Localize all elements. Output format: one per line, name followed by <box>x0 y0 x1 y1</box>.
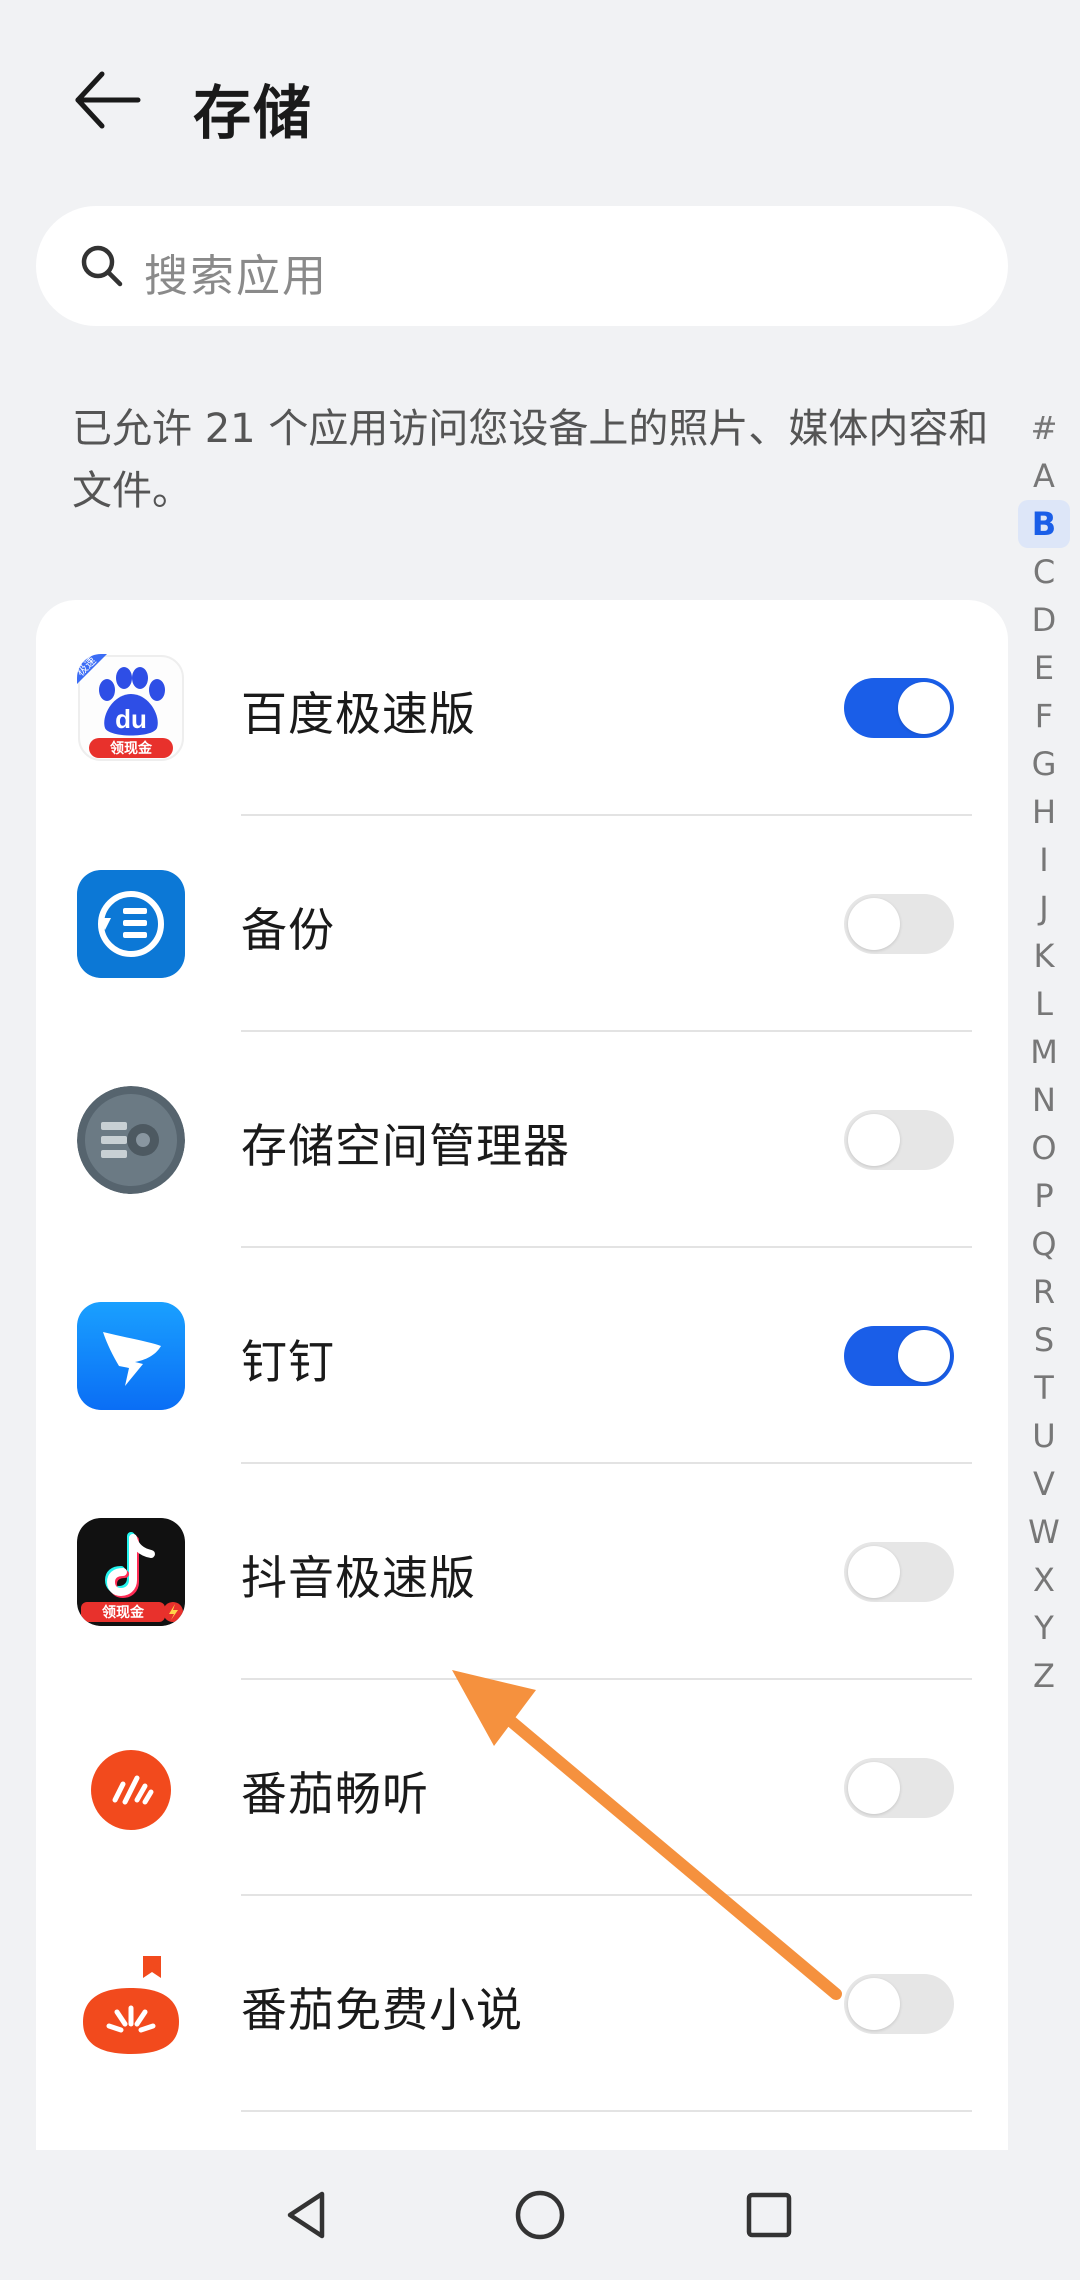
page-title: 存储 <box>193 79 314 147</box>
app-name: 备份 <box>241 903 335 957</box>
toggle-knob <box>848 1762 900 1814</box>
permission-toggle[interactable] <box>844 894 954 954</box>
arrow-left-icon <box>75 71 141 129</box>
alphabet-letter[interactable]: D <box>1018 596 1070 644</box>
alphabet-letter[interactable]: T <box>1018 1364 1070 1412</box>
search-icon <box>81 245 123 287</box>
dingtalk-app-icon <box>77 1302 185 1410</box>
toggle-knob <box>848 1978 900 2030</box>
alphabet-letter[interactable]: F <box>1018 692 1070 740</box>
divider <box>241 2110 972 2112</box>
svg-text:领现金: 领现金 <box>110 740 153 757</box>
douyin-app-icon: 领现金 <box>77 1518 185 1626</box>
alphabet-letter[interactable]: Z <box>1018 1652 1070 1700</box>
app-header: 存储 <box>0 0 1080 200</box>
alphabet-letter[interactable]: N <box>1018 1076 1070 1124</box>
storage-manager-app-icon <box>77 1086 185 1194</box>
alphabet-letter[interactable]: # <box>1018 404 1070 452</box>
permission-toggle[interactable] <box>844 1326 954 1386</box>
alphabet-letter[interactable]: H <box>1018 788 1070 836</box>
baidu-app-icon: du 领现金 极速 <box>77 654 185 762</box>
alphabet-letter[interactable]: Q <box>1018 1220 1070 1268</box>
app-name: 抖音极速版 <box>241 1551 476 1605</box>
back-triangle-icon[interactable] <box>272 2180 342 2250</box>
back-button[interactable] <box>68 62 148 142</box>
alphabet-letter[interactable]: Y <box>1018 1604 1070 1652</box>
alphabet-letter[interactable]: U <box>1018 1412 1070 1460</box>
alphabet-letter[interactable]: L <box>1018 980 1070 1028</box>
backup-app-icon <box>77 870 185 978</box>
list-item[interactable]: 钉钉 <box>36 1248 1008 1464</box>
list-item[interactable]: 领现金 抖音极速版 <box>36 1464 1008 1680</box>
app-name: 番茄畅听 <box>241 1767 429 1821</box>
alphabet-letter[interactable]: X <box>1018 1556 1070 1604</box>
permission-toggle[interactable] <box>844 678 954 738</box>
alphabet-letter[interactable]: I <box>1018 836 1070 884</box>
toggle-knob <box>898 1330 950 1382</box>
alphabet-letter[interactable]: C <box>1018 548 1070 596</box>
list-item[interactable]: 备份 <box>36 816 1008 1032</box>
alphabet-letter[interactable]: K <box>1018 932 1070 980</box>
alphabet-letter[interactable]: A <box>1018 452 1070 500</box>
list-item[interactable]: du 领现金 极速 百度极速版 <box>36 600 1008 816</box>
permission-toggle[interactable] <box>844 1110 954 1170</box>
alphabet-letter[interactable]: R <box>1018 1268 1070 1316</box>
app-name: 存储空间管理器 <box>241 1119 570 1173</box>
app-name: 钉钉 <box>241 1335 335 1389</box>
toggle-knob <box>848 1546 900 1598</box>
alphabet-letter[interactable]: W <box>1018 1508 1070 1556</box>
list-item[interactable]: 番茄畅听 <box>36 1680 1008 1896</box>
search-input[interactable]: 搜索应用 <box>144 240 328 304</box>
recents-square-icon[interactable] <box>734 2180 804 2250</box>
app-name: 番茄免费小说 <box>241 1983 523 2037</box>
toggle-knob <box>898 682 950 734</box>
svg-text:领现金: 领现金 <box>102 1604 145 1621</box>
alphabet-letter[interactable]: M <box>1018 1028 1070 1076</box>
system-navigation-bar <box>0 2150 1080 2280</box>
list-item[interactable]: 存储空间管理器 <box>36 1032 1008 1248</box>
permission-toggle[interactable] <box>844 1758 954 1818</box>
svg-text:du: du <box>115 704 147 734</box>
alphabet-letter[interactable]: B <box>1018 500 1070 548</box>
toggle-knob <box>848 898 900 950</box>
permission-toggle[interactable] <box>844 1974 954 2034</box>
permission-description: 已允许 21 个应用访问您设备上的照片、媒体内容和文件。 <box>72 406 989 514</box>
alphabet-letter[interactable]: E <box>1018 644 1070 692</box>
alphabet-index[interactable]: # A B C D E F G H I J K L M N O P Q R S T U V W X Y Z <box>1018 404 1070 1700</box>
list-item[interactable]: 番茄免费小说 <box>36 1896 1008 2112</box>
fanqie-changting-app-icon <box>77 1734 185 1842</box>
permission-toggle[interactable] <box>844 1542 954 1602</box>
home-circle-icon[interactable] <box>505 2180 575 2250</box>
alphabet-letter[interactable]: J <box>1018 884 1070 932</box>
alphabet-letter[interactable]: V <box>1018 1460 1070 1508</box>
app-name: 百度极速版 <box>241 687 476 741</box>
alphabet-letter[interactable]: G <box>1018 740 1070 788</box>
alphabet-letter[interactable]: P <box>1018 1172 1070 1220</box>
app-list: du 领现金 极速 百度极速版 备份 存储空间管理器 钉钉 领现金 抖音极速版 … <box>36 600 1008 2160</box>
search-bar[interactable]: 搜索应用 <box>36 206 1008 326</box>
alphabet-letter[interactable]: O <box>1018 1124 1070 1172</box>
alphabet-letter[interactable]: S <box>1018 1316 1070 1364</box>
fanqie-novel-app-icon <box>77 1950 185 2058</box>
toggle-knob <box>848 1114 900 1166</box>
